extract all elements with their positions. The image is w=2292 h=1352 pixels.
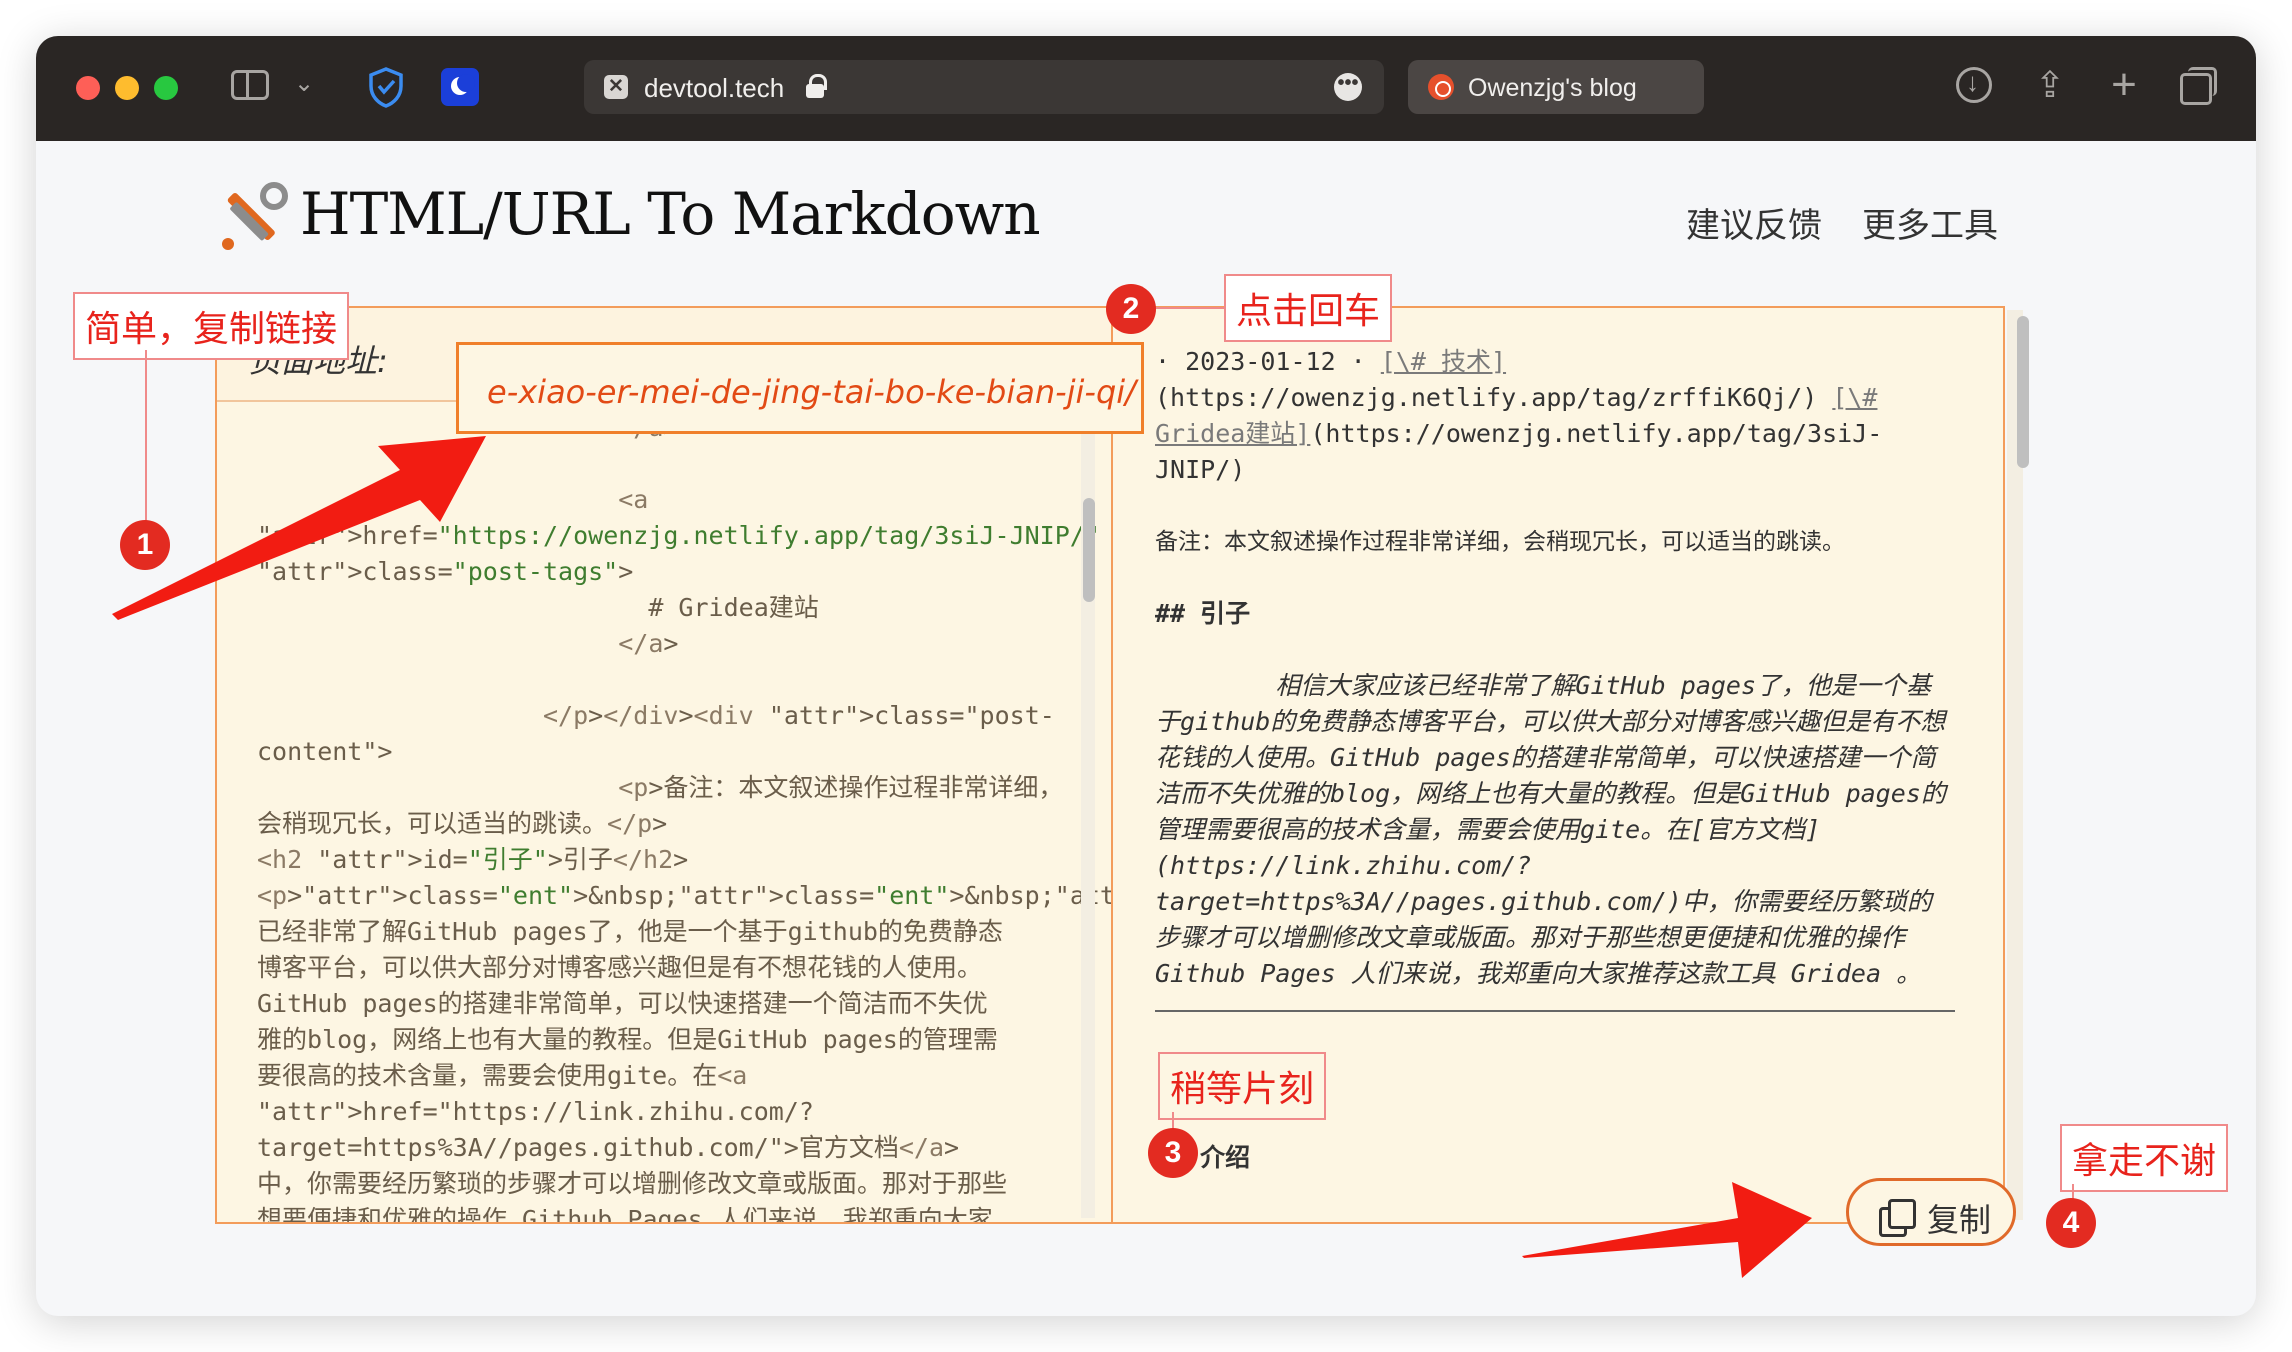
md-meta-date: · 2023-01-12 ·	[1155, 347, 1381, 376]
code-line: <p>"attr">class="ent">&nbsp;"attr">class…	[257, 881, 1111, 910]
tab-owenzjg-blog[interactable]: Owenzjg's blog	[1408, 60, 1704, 114]
shield-extension-icon[interactable]	[366, 66, 406, 108]
zoom-window-button[interactable]	[154, 76, 178, 100]
code-line: content">	[257, 737, 393, 766]
code-line: <a	[618, 485, 649, 514]
address-bar[interactable]: ✕ devtool.tech •••	[584, 60, 1384, 114]
code-line: 博客平台，可以供大部分对博客感兴趣但是有不想花钱的人使用。	[257, 953, 983, 982]
nav-feedback-link[interactable]: 建议反馈	[1686, 198, 1822, 247]
browser-toolbar: ⌄ ✕ devtool.tech ••• Owenzjg's blog ⇪ +	[36, 36, 2256, 141]
annotation-step1-leader	[145, 350, 147, 530]
share-icon[interactable]: ⇪	[2032, 67, 2068, 103]
annotation-step2-leader	[1154, 307, 1224, 309]
code-line: GitHub pages的搭建非常简单，可以快速搭建一个简洁而不失优	[257, 989, 988, 1018]
html-source-code[interactable]: </a> <a "attr">href="https://owenzjg.netl…	[257, 410, 1111, 1222]
annotation-step4-label: 拿走不谢	[2060, 1124, 2229, 1192]
md-tag-link-1[interactable]: [\# 技术]	[1381, 347, 1506, 376]
code-line: 中，你需要经历繁琐的步骤才可以增删修改文章或版面。那对于那些	[257, 1169, 1008, 1198]
page-title: HTML/URL To Markdown	[300, 180, 1041, 248]
blog-favicon-icon	[1428, 74, 1454, 100]
annotation-step2-label: 点击回车	[1224, 274, 1393, 342]
site-favicon-icon: ✕	[604, 75, 628, 99]
md-paragraph: 相信大家应该已经非常了解GitHub pages了，他是一个基于github的免…	[1155, 671, 1946, 988]
url-input-field[interactable]: e-xiao-er-mei-de-jing-tai-bo-ke-bian-ji-…	[456, 342, 1144, 434]
url-text[interactable]: devtool.tech	[644, 73, 784, 104]
annotation-badge-2: 2	[1106, 284, 1156, 334]
more-options-icon[interactable]: •••	[1334, 73, 1362, 101]
code-line: "attr">class="post-tags">	[257, 557, 634, 586]
tab-overview-icon[interactable]	[2180, 67, 2217, 105]
code-line: 已经非常了解GitHub pages了，他是一个基于github的免费静态	[257, 917, 1003, 946]
nav-more-tools-link[interactable]: 更多工具	[1862, 198, 1998, 247]
left-scrollbar-thumb[interactable]	[1083, 498, 1095, 602]
sidebar-toggle-icon[interactable]	[231, 70, 269, 100]
copy-icon	[1879, 1199, 1916, 1237]
code-line: <p>备注：本文叙述操作过程非常详细，	[618, 773, 1064, 802]
annotation-badge-3: 3	[1148, 1128, 1198, 1178]
code-line: 雅的blog，网络上也有大量的教程。但是GitHub pages的管理需	[257, 1025, 998, 1054]
code-line: <h2 "attr">id="引子">引子</h2>	[257, 845, 689, 874]
copy-button[interactable]: 复制	[1846, 1178, 2016, 1246]
annotation-step3-label: 稍等片刻	[1158, 1052, 1327, 1120]
minimize-window-button[interactable]	[115, 76, 139, 100]
code-line: target=https%3A//pages.github.com/">官方文档…	[257, 1133, 960, 1162]
lock-icon	[806, 74, 827, 98]
chevron-down-icon[interactable]: ⌄	[294, 72, 314, 96]
annotation-step1-label: 简单，复制链接	[73, 292, 350, 360]
md-divider	[1155, 992, 1955, 1012]
code-line: 想要便捷和优雅的操作 Github Pages 人们来说，我郑重向大家	[257, 1205, 993, 1222]
converter-panel: 页面地址: </a> <a"attr">href="https://owenzj…	[215, 306, 2029, 1224]
md-heading-intro: ## 引子	[1155, 599, 1251, 628]
tools-icon	[222, 182, 288, 250]
code-line: </a>	[618, 629, 679, 658]
code-line: 要很高的技术含量，需要会使用gite。在<a	[257, 1061, 748, 1090]
annotation-badge-1: 1	[120, 520, 170, 570]
md-note: 备注：本文叙述操作过程非常详细，会稍现冗长，可以适当的跳读。	[1155, 529, 1845, 555]
copy-button-label: 复制	[1927, 1201, 1992, 1239]
md-heading-intro-2: ## 介绍	[1155, 1143, 1251, 1172]
new-tab-icon[interactable]: +	[2106, 63, 2142, 107]
dark-mode-extension-icon[interactable]	[441, 68, 479, 106]
html-source-pane[interactable]: 页面地址: </a> <a"attr">href="https://owenzj…	[217, 308, 1113, 1222]
code-line: </p></div><div "attr">class="post-	[542, 701, 1055, 730]
code-line: "attr">href="https://link.zhihu.com/?	[257, 1097, 814, 1126]
downloads-icon[interactable]	[1956, 67, 1992, 103]
tab-title: Owenzjg's blog	[1468, 74, 1637, 102]
md-tag-url-1-line: (https://owenzjg.netlify.app/tag/zrffiK6…	[1155, 380, 1955, 488]
md-tag-url-1: (https://owenzjg.netlify.app/tag/zrffiK6…	[1155, 383, 1833, 412]
code-line: # Gridea建站	[257, 593, 819, 622]
close-window-button[interactable]	[76, 76, 100, 100]
code-line: 会稍现冗长，可以适当的跳读。</p>	[257, 809, 668, 838]
annotation-badge-4: 4	[2046, 1198, 2096, 1248]
code-line: "attr">href="https://owenzjg.netlify.app…	[257, 521, 1100, 550]
right-scrollbar-thumb[interactable]	[2017, 316, 2029, 468]
